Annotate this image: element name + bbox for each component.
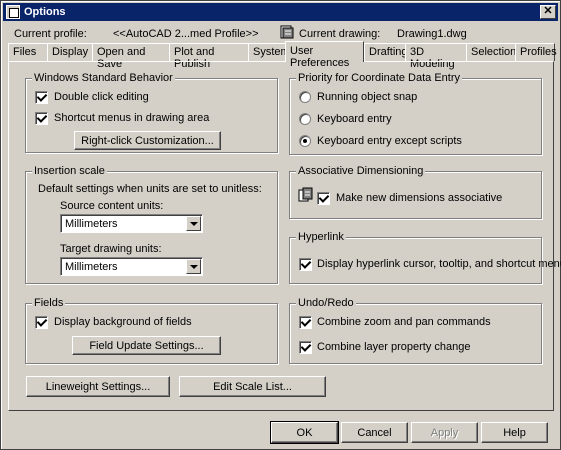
fields-group: Fields Display background of fields Fiel… [25, 297, 278, 364]
windows-standard-behavior-group: Windows Standard Behavior Double click e… [25, 72, 278, 153]
double-click-editing-label: Double click editing [54, 91, 149, 103]
tab-files[interactable]: Files [8, 43, 48, 61]
unitless-description: Default settings when units are set to u… [38, 183, 262, 195]
cancel-button[interactable]: Cancel [341, 422, 408, 443]
group-title: Insertion scale [32, 165, 107, 177]
tab-selection[interactable]: Selection [466, 43, 516, 61]
combine-zoom-pan-checkbox[interactable] [299, 316, 312, 329]
field-update-settings-button[interactable]: Field Update Settings... [72, 336, 221, 355]
keyboard-entry-radio[interactable] [299, 113, 311, 125]
help-button[interactable]: Help [481, 422, 548, 443]
insertion-scale-group: Insertion scale Default settings when un… [25, 165, 278, 284]
shortcut-menus-checkbox[interactable] [35, 112, 48, 125]
current-drawing-label: Current drawing: [299, 28, 381, 40]
source-content-units-select[interactable]: Millimeters [60, 214, 203, 233]
close-button[interactable]: ✕ [540, 5, 556, 19]
hyperlink-group: Hyperlink Display hyperlink cursor, tool… [289, 231, 561, 284]
options-dialog: Options ✕ Current profile: <<AutoCAD 2..… [0, 0, 561, 450]
make-new-dimensions-associative-checkbox[interactable] [317, 192, 330, 205]
group-title: Hyperlink [296, 231, 346, 243]
group-title: Windows Standard Behavior [32, 72, 175, 84]
chevron-down-icon[interactable] [186, 259, 201, 274]
target-drawing-units-select[interactable]: Millimeters [60, 257, 203, 276]
combine-zoom-pan-label: Combine zoom and pan commands [317, 316, 491, 328]
display-hyperlink-label: Display hyperlink cursor, tooltip, and s… [317, 258, 561, 270]
tab-plot-and-publish[interactable]: Plot and Publish [169, 43, 249, 70]
associative-dimensioning-group: Associative Dimensioning Make new dimens… [289, 165, 542, 219]
running-object-snap-radio[interactable] [299, 91, 311, 103]
current-profile-label: Current profile: [14, 28, 87, 40]
title-bar[interactable]: Options ✕ [3, 3, 558, 21]
tab-3d-modeling[interactable]: 3D Modeling [405, 43, 467, 70]
current-drawing-value: Drawing1.dwg [397, 28, 467, 40]
right-click-customization-button[interactable]: Right-click Customization... [74, 131, 221, 150]
group-title: Priority for Coordinate Data Entry [296, 72, 463, 84]
app-icon [6, 5, 20, 19]
keyboard-entry-except-scripts-radio[interactable] [299, 135, 311, 147]
display-background-label: Display background of fields [54, 316, 192, 328]
lineweight-settings-button[interactable]: Lineweight Settings... [26, 376, 170, 397]
priority-coordinate-entry-group: Priority for Coordinate Data Entry Runni… [289, 72, 542, 155]
shortcut-menus-label: Shortcut menus in drawing area [54, 112, 210, 124]
display-background-checkbox[interactable] [35, 316, 48, 329]
combine-layer-property-checkbox[interactable] [299, 341, 312, 354]
dimension-icon [298, 187, 313, 202]
make-new-dimensions-associative-label: Make new dimensions associative [336, 192, 503, 204]
chevron-down-icon[interactable] [186, 216, 201, 231]
running-object-snap-label: Running object snap [317, 91, 418, 103]
tab-display[interactable]: Display [47, 43, 93, 61]
display-hyperlink-checkbox[interactable] [299, 258, 312, 271]
tab-open-and-save[interactable]: Open and Save [92, 43, 170, 70]
source-content-units-value: Millimeters [65, 218, 118, 230]
combine-layer-property-label: Combine layer property change [317, 341, 471, 353]
group-title: Associative Dimensioning [296, 165, 426, 177]
ok-button[interactable]: OK [270, 421, 339, 444]
group-title: Fields [32, 297, 66, 309]
target-drawing-units-label: Target drawing units: [60, 243, 162, 255]
keyboard-entry-label: Keyboard entry [317, 113, 392, 125]
tab-panel-user-preferences: Windows Standard Behavior Double click e… [8, 61, 561, 411]
drawing-file-icon [280, 25, 294, 39]
group-title: Undo/Redo [296, 297, 356, 309]
tab-profiles[interactable]: Profiles [515, 43, 557, 61]
edit-scale-list-button[interactable]: Edit Scale List... [179, 376, 326, 397]
source-content-units-label: Source content units: [60, 200, 164, 212]
undo-redo-group: Undo/Redo Combine zoom and pan commands … [289, 297, 542, 364]
apply-button[interactable]: Apply [411, 422, 478, 443]
keyboard-entry-except-scripts-label: Keyboard entry except scripts [317, 135, 462, 147]
window-title: Options [24, 6, 66, 18]
target-drawing-units-value: Millimeters [65, 261, 118, 273]
double-click-editing-checkbox[interactable] [35, 91, 48, 104]
tab-user-preferences[interactable]: User Preferences [285, 41, 364, 69]
tab-system[interactable]: System [248, 43, 290, 61]
tab-drafting[interactable]: Drafting [364, 43, 408, 61]
current-profile-value: <<AutoCAD 2...med Profile>> [113, 28, 259, 40]
